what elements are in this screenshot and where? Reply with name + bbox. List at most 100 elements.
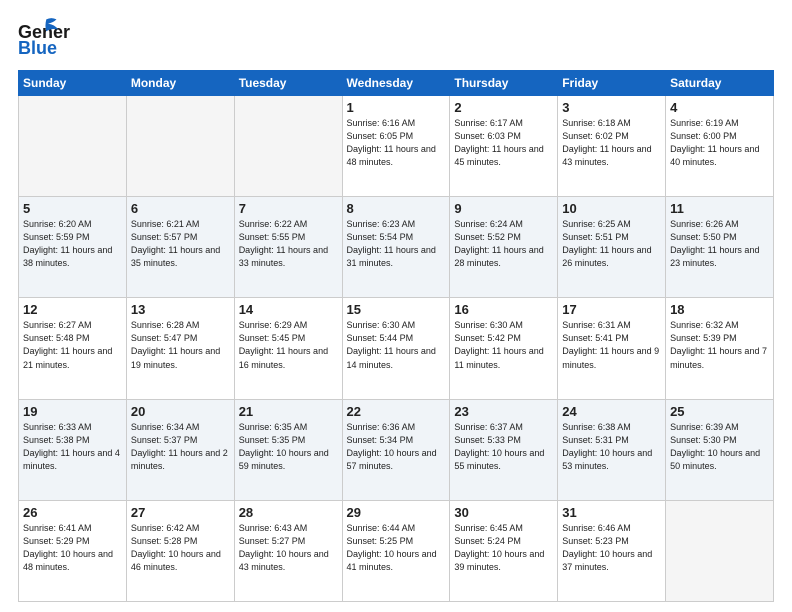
day-info: Sunrise: 6:38 AM Sunset: 5:31 PM Dayligh… [562,421,661,473]
day-number: 31 [562,505,661,520]
calendar-cell: 23 Sunrise: 6:37 AM Sunset: 5:33 PM Dayli… [450,399,558,500]
day-info: Sunrise: 6:34 AM Sunset: 5:37 PM Dayligh… [131,421,230,473]
logo: General Blue [18,18,70,60]
day-number: 6 [131,201,230,216]
day-info: Sunrise: 6:19 AM Sunset: 6:00 PM Dayligh… [670,117,769,169]
day-number: 7 [239,201,338,216]
calendar-cell: 2 Sunrise: 6:17 AM Sunset: 6:03 PM Daylig… [450,96,558,197]
calendar-cell: 18 Sunrise: 6:32 AM Sunset: 5:39 PM Dayli… [666,298,774,399]
calendar-cell [666,500,774,601]
calendar-cell: 31 Sunrise: 6:46 AM Sunset: 5:23 PM Dayli… [558,500,666,601]
day-number: 27 [131,505,230,520]
day-info: Sunrise: 6:28 AM Sunset: 5:47 PM Dayligh… [131,319,230,371]
calendar-cell: 6Sunrise: 6:21 AM Sunset: 5:57 PM Daylig… [126,197,234,298]
week-row-2: 12 Sunrise: 6:27 AM Sunset: 5:48 PM Dayli… [19,298,774,399]
day-info: Sunrise: 6:46 AM Sunset: 5:23 PM Dayligh… [562,522,661,574]
day-number: 29 [347,505,446,520]
page: General Blue SundayMondayTuesdayWednesda… [0,0,792,612]
calendar-cell [234,96,342,197]
day-number: 9 [454,201,553,216]
day-number: 2 [454,100,553,115]
day-info: Sunrise: 6:39 AM Sunset: 5:30 PM Dayligh… [670,421,769,473]
day-number: 18 [670,302,769,317]
calendar-cell: 19 Sunrise: 6:33 AM Sunset: 5:38 PM Dayli… [19,399,127,500]
day-info: Sunrise: 6:18 AM Sunset: 6:02 PM Dayligh… [562,117,661,169]
day-info: Sunrise: 6:20 AM Sunset: 5:59 PM Dayligh… [23,218,122,270]
calendar-cell: 8 Sunrise: 6:23 AM Sunset: 5:54 PM Daylig… [342,197,450,298]
calendar-cell: 10Sunrise: 6:25 AM Sunset: 5:51 PM Dayli… [558,197,666,298]
day-number: 15 [347,302,446,317]
weekday-header-saturday: Saturday [666,71,774,96]
calendar-cell: 16Sunrise: 6:30 AM Sunset: 5:42 PM Dayli… [450,298,558,399]
calendar-cell: 28 Sunrise: 6:43 AM Sunset: 5:27 PM Dayli… [234,500,342,601]
calendar-cell: 14Sunrise: 6:29 AM Sunset: 5:45 PM Dayli… [234,298,342,399]
day-info: Sunrise: 6:41 AM Sunset: 5:29 PM Dayligh… [23,522,122,574]
header: General Blue [18,18,774,60]
weekday-header-monday: Monday [126,71,234,96]
calendar-cell: 15 Sunrise: 6:30 AM Sunset: 5:44 PM Dayli… [342,298,450,399]
day-info: Sunrise: 6:43 AM Sunset: 5:27 PM Dayligh… [239,522,338,574]
day-info: Sunrise: 6:32 AM Sunset: 5:39 PM Dayligh… [670,319,769,371]
week-row-0: 1 Sunrise: 6:16 AM Sunset: 6:05 PM Daylig… [19,96,774,197]
calendar-cell: 17 Sunrise: 6:31 AM Sunset: 5:41 PM Dayli… [558,298,666,399]
calendar-cell: 3 Sunrise: 6:18 AM Sunset: 6:02 PM Daylig… [558,96,666,197]
day-info: Sunrise: 6:45 AM Sunset: 5:24 PM Dayligh… [454,522,553,574]
day-info: Sunrise: 6:30 AM Sunset: 5:42 PM Dayligh… [454,319,553,371]
day-info: Sunrise: 6:35 AM Sunset: 5:35 PM Dayligh… [239,421,338,473]
weekday-header-wednesday: Wednesday [342,71,450,96]
day-info: Sunrise: 6:42 AM Sunset: 5:28 PM Dayligh… [131,522,230,574]
day-info: Sunrise: 6:30 AM Sunset: 5:44 PM Dayligh… [347,319,446,371]
day-info: Sunrise: 6:26 AM Sunset: 5:50 PM Dayligh… [670,218,769,270]
logo-icon: General Blue [18,18,70,60]
day-number: 23 [454,404,553,419]
weekday-header-tuesday: Tuesday [234,71,342,96]
calendar-cell: 11 Sunrise: 6:26 AM Sunset: 5:50 PM Dayli… [666,197,774,298]
day-info: Sunrise: 6:29 AM Sunset: 5:45 PM Dayligh… [239,319,338,371]
day-number: 5 [23,201,122,216]
day-number: 11 [670,201,769,216]
day-info: Sunrise: 6:17 AM Sunset: 6:03 PM Dayligh… [454,117,553,169]
day-info: Sunrise: 6:37 AM Sunset: 5:33 PM Dayligh… [454,421,553,473]
calendar-cell [126,96,234,197]
weekday-header-sunday: Sunday [19,71,127,96]
day-info: Sunrise: 6:33 AM Sunset: 5:38 PM Dayligh… [23,421,122,473]
day-info: Sunrise: 6:27 AM Sunset: 5:48 PM Dayligh… [23,319,122,371]
calendar-cell: 13 Sunrise: 6:28 AM Sunset: 5:47 PM Dayli… [126,298,234,399]
calendar-cell: 7 Sunrise: 6:22 AM Sunset: 5:55 PM Daylig… [234,197,342,298]
calendar-cell: 26 Sunrise: 6:41 AM Sunset: 5:29 PM Dayli… [19,500,127,601]
day-number: 12 [23,302,122,317]
weekday-header-friday: Friday [558,71,666,96]
calendar-cell: 27 Sunrise: 6:42 AM Sunset: 5:28 PM Dayli… [126,500,234,601]
day-number: 4 [670,100,769,115]
day-number: 25 [670,404,769,419]
day-number: 13 [131,302,230,317]
calendar-cell: 4 Sunrise: 6:19 AM Sunset: 6:00 PM Daylig… [666,96,774,197]
calendar-cell: 30Sunrise: 6:45 AM Sunset: 5:24 PM Dayli… [450,500,558,601]
day-info: Sunrise: 6:24 AM Sunset: 5:52 PM Dayligh… [454,218,553,270]
day-number: 3 [562,100,661,115]
weekday-header-row: SundayMondayTuesdayWednesdayThursdayFrid… [19,71,774,96]
week-row-4: 26 Sunrise: 6:41 AM Sunset: 5:29 PM Dayli… [19,500,774,601]
svg-text:Blue: Blue [18,38,57,58]
day-number: 19 [23,404,122,419]
day-info: Sunrise: 6:22 AM Sunset: 5:55 PM Dayligh… [239,218,338,270]
day-info: Sunrise: 6:36 AM Sunset: 5:34 PM Dayligh… [347,421,446,473]
day-number: 8 [347,201,446,216]
day-number: 17 [562,302,661,317]
day-info: Sunrise: 6:16 AM Sunset: 6:05 PM Dayligh… [347,117,446,169]
day-info: Sunrise: 6:23 AM Sunset: 5:54 PM Dayligh… [347,218,446,270]
calendar-cell: 25 Sunrise: 6:39 AM Sunset: 5:30 PM Dayli… [666,399,774,500]
week-row-3: 19 Sunrise: 6:33 AM Sunset: 5:38 PM Dayli… [19,399,774,500]
day-number: 1 [347,100,446,115]
day-number: 24 [562,404,661,419]
day-number: 22 [347,404,446,419]
day-number: 20 [131,404,230,419]
calendar-cell: 9 Sunrise: 6:24 AM Sunset: 5:52 PM Daylig… [450,197,558,298]
calendar-cell: 5 Sunrise: 6:20 AM Sunset: 5:59 PM Daylig… [19,197,127,298]
day-number: 28 [239,505,338,520]
day-info: Sunrise: 6:44 AM Sunset: 5:25 PM Dayligh… [347,522,446,574]
calendar-cell: 12 Sunrise: 6:27 AM Sunset: 5:48 PM Dayli… [19,298,127,399]
calendar-cell: 20 Sunrise: 6:34 AM Sunset: 5:37 PM Dayli… [126,399,234,500]
day-number: 26 [23,505,122,520]
day-info: Sunrise: 6:31 AM Sunset: 5:41 PM Dayligh… [562,319,661,371]
